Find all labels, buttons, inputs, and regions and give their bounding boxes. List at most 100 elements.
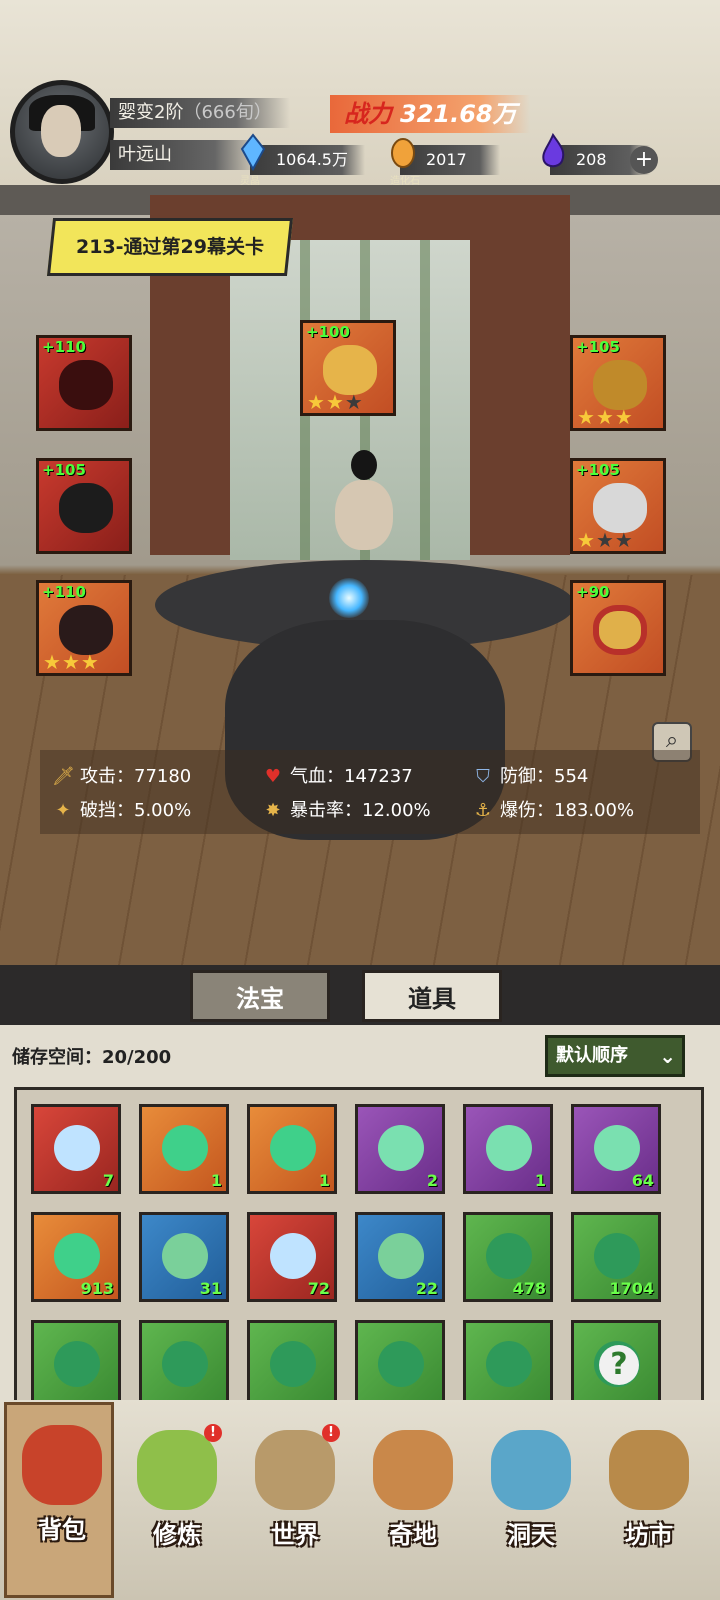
chevron-down-icon: ⌄ (659, 1044, 676, 1068)
cultivate-icon (137, 1430, 217, 1510)
heart-icon: ♥ (264, 766, 282, 787)
stat-label: 气血： (290, 766, 344, 787)
bag-panel: 储存空间：20/200 默认顺序 ⌄ 7 1 1 2 1 64 913 31 72 22 478 170… (0, 1025, 720, 1405)
inventory-item[interactable]: ? (571, 1320, 661, 1402)
inventory-item[interactable]: 7 (31, 1104, 121, 1194)
item-count: 7 (102, 1171, 114, 1190)
item-icon (378, 1341, 424, 1387)
shield-icon: ⛉ (476, 766, 490, 787)
character-topknot (351, 450, 377, 480)
inventory-item[interactable] (463, 1320, 553, 1402)
storage-value: 20/200 (102, 1047, 172, 1068)
spirit-orb (329, 578, 369, 618)
boots-icon (59, 605, 113, 655)
equip-slot-ring[interactable]: +90 (570, 580, 666, 676)
inventory-item[interactable] (355, 1320, 445, 1402)
inventory-item[interactable] (139, 1320, 229, 1402)
equip-slot-weapon[interactable]: +110 (36, 335, 132, 431)
stat-attack: 🗡 攻击：77180 (52, 762, 191, 792)
stat-value: 554 (554, 766, 589, 787)
combat-power: 战力 321.68万 (330, 95, 530, 133)
inventory-item[interactable]: 1704 (571, 1212, 661, 1302)
crit-damage-icon: ⚓ (474, 800, 492, 821)
item-icon (54, 1125, 100, 1171)
equip-slot-necklace[interactable]: +105 ★★★ (570, 458, 666, 554)
stat-value: 12.00% (362, 800, 431, 821)
item-icon (594, 1233, 640, 1279)
item-icon (162, 1341, 208, 1387)
sword-icon: 🗡 (52, 766, 75, 787)
inventory-tabs: 法宝 道具 (0, 965, 720, 1025)
inventory-item[interactable]: 31 (139, 1212, 229, 1302)
equip-stars: ★★★ (43, 650, 100, 674)
top-status-bar: 婴变2阶（666旬） 叶远山 战力 321.68万 灵晶 1064.5万 造化石 … (0, 0, 720, 187)
realm-bar: 婴变2阶（666旬） (110, 98, 290, 128)
equip-stars: ★★★ (577, 528, 634, 552)
item-icon (270, 1125, 316, 1171)
stat-crit-rate: ✸ 暴击率：12.00% (262, 796, 431, 826)
equip-slot-boots[interactable]: +110 ★★★ (36, 580, 132, 676)
inventory-item[interactable]: 22 (355, 1212, 445, 1302)
crit-icon: ✸ (265, 800, 281, 821)
equip-slot-robe[interactable]: +105 (36, 458, 132, 554)
item-icon (486, 1125, 532, 1171)
inventory-item[interactable]: 2 (355, 1104, 445, 1194)
nav-world[interactable]: ! 世界 (240, 1410, 350, 1590)
inventory-item[interactable]: 478 (463, 1212, 553, 1302)
storage-label: 储存空间： (12, 1047, 102, 1068)
inventory-item[interactable]: 913 (31, 1212, 121, 1302)
add-resource-button[interactable]: + (630, 146, 658, 174)
item-count: 1 (210, 1171, 222, 1190)
sort-label: 默认顺序 (556, 1045, 628, 1066)
nav-cave[interactable]: 洞天 (476, 1410, 586, 1590)
inventory-item[interactable] (247, 1320, 337, 1402)
inventory-item[interactable]: 64 (571, 1104, 661, 1194)
character-scene (0, 185, 720, 965)
avatar[interactable] (10, 80, 114, 184)
tab-treasure[interactable]: 法宝 (190, 970, 330, 1022)
item-count: 31 (199, 1279, 222, 1298)
equip-slot-talisman[interactable]: +100 ★★★ (300, 320, 396, 416)
inventory-item[interactable]: 72 (247, 1212, 337, 1302)
wonderland-icon (373, 1430, 453, 1510)
bag-icon (22, 1425, 102, 1505)
realm-label: 婴变2阶 (118, 102, 184, 123)
item-count: 478 (512, 1279, 546, 1298)
stat-label: 防御： (500, 766, 554, 787)
item-count: 72 (307, 1279, 330, 1298)
stat-hp: ♥ 气血：147237 (262, 762, 413, 792)
tab-items[interactable]: 道具 (362, 970, 502, 1022)
combat-power-label: 战力 (344, 100, 392, 128)
nav-market[interactable]: 坊市 (594, 1410, 704, 1590)
player-character[interactable] (155, 440, 575, 940)
ring-icon (593, 605, 647, 655)
nav-label: 背包 (38, 1516, 86, 1544)
item-icon (486, 1233, 532, 1279)
quest-banner[interactable]: 213-通过第29幕关卡 (46, 218, 294, 276)
resource-creation-stone: 造化石 2017 (390, 138, 500, 187)
inventory-item[interactable] (31, 1320, 121, 1402)
spirit-crystal-icon (240, 133, 266, 171)
item-icon (486, 1341, 532, 1387)
stat-value: 147237 (344, 766, 413, 787)
item-icon (54, 1233, 100, 1279)
nav-wonderland[interactable]: 奇地 (358, 1410, 468, 1590)
inventory-item[interactable]: 1 (139, 1104, 229, 1194)
world-icon (255, 1430, 335, 1510)
equip-level: +110 (42, 583, 86, 601)
equip-stars: ★★★ (577, 405, 634, 429)
inventory-item[interactable]: 1 (247, 1104, 337, 1194)
item-icon (378, 1233, 424, 1279)
sort-dropdown[interactable]: 默认顺序 ⌄ (545, 1035, 685, 1077)
nav-bag[interactable]: 背包 (4, 1402, 114, 1598)
nav-label: 奇地 (389, 1521, 437, 1549)
equip-slot-crown[interactable]: +105 ★★★ (570, 335, 666, 431)
talisman-icon (323, 345, 377, 395)
stat-label: 攻击： (80, 766, 134, 787)
item-count: 1704 (609, 1279, 654, 1298)
stat-defense: ⛉ 防御：554 (472, 762, 588, 792)
inventory-item[interactable]: 1 (463, 1104, 553, 1194)
nav-cultivate[interactable]: ! 修炼 (122, 1410, 232, 1590)
cave-icon (491, 1430, 571, 1510)
item-icon (594, 1125, 640, 1171)
